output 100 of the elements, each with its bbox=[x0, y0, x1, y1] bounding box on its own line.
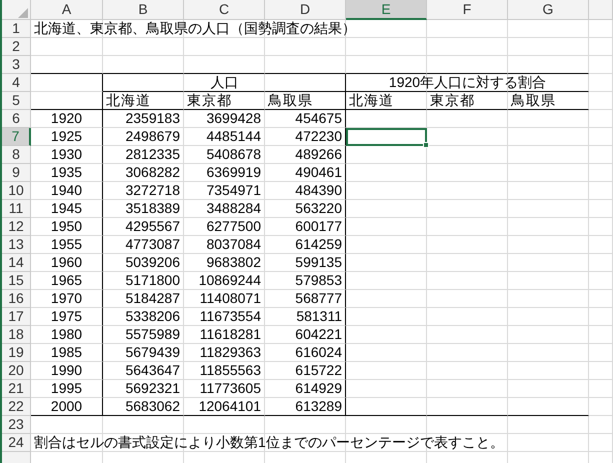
note-text: 割合はセルの書式設定により小数第1位までのパーセンテージで表すこと。 bbox=[34, 434, 504, 450]
row-header[interactable]: 18 bbox=[2, 326, 31, 344]
population-cell: 5171800 bbox=[125, 272, 180, 288]
row-header[interactable]: 7 bbox=[2, 128, 31, 146]
year-cell: 1965 bbox=[50, 272, 82, 288]
year-cell: 1990 bbox=[50, 362, 82, 378]
population-cell: 7354971 bbox=[206, 182, 261, 198]
row-header[interactable]: 17 bbox=[2, 308, 31, 326]
column-label: 鳥取県 bbox=[268, 92, 313, 108]
row-header[interactable]: 12 bbox=[2, 218, 31, 236]
population-cell: 12064101 bbox=[198, 398, 261, 414]
row-header[interactable]: 11 bbox=[2, 200, 31, 218]
row-header[interactable]: 4 bbox=[2, 74, 31, 92]
year-cell: 1995 bbox=[50, 380, 82, 396]
year-cell: 1985 bbox=[50, 344, 82, 360]
row-header[interactable]: 21 bbox=[2, 380, 31, 398]
row-header[interactable]: 20 bbox=[2, 362, 31, 380]
population-cell: 11773605 bbox=[200, 380, 261, 396]
population-cell: 11829363 bbox=[200, 344, 261, 360]
population-cell: 4485144 bbox=[206, 128, 261, 144]
column-header[interactable]: B bbox=[103, 0, 184, 20]
row-header[interactable]: 15 bbox=[2, 272, 31, 290]
year-cell: 1950 bbox=[50, 218, 82, 234]
population-cell: 604221 bbox=[295, 326, 342, 342]
row-header[interactable]: 16 bbox=[2, 290, 31, 308]
year-cell: 1930 bbox=[50, 146, 82, 162]
population-cell: 5039206 bbox=[125, 254, 180, 270]
year-cell: 1955 bbox=[50, 236, 82, 252]
year-cell: 1970 bbox=[50, 290, 82, 306]
column-label: 東京都 bbox=[187, 92, 232, 108]
row-header[interactable]: 13 bbox=[2, 236, 31, 254]
population-cell: 472230 bbox=[295, 128, 342, 144]
population-cell: 5338206 bbox=[125, 308, 180, 324]
population-cell: 581311 bbox=[296, 308, 342, 324]
population-cell: 11618281 bbox=[200, 326, 261, 342]
row-header[interactable]: 24 bbox=[2, 434, 31, 452]
population-cell: 3518389 bbox=[125, 200, 180, 216]
population-cell: 454675 bbox=[295, 110, 342, 126]
column-header[interactable]: F bbox=[427, 0, 508, 20]
row-header[interactable]: 10 bbox=[2, 182, 31, 200]
fill-handle[interactable] bbox=[423, 142, 429, 148]
population-cell: 2359183 bbox=[125, 110, 180, 126]
population-cell: 9683802 bbox=[206, 254, 261, 270]
population-cell: 5184287 bbox=[125, 290, 180, 306]
population-cell: 599135 bbox=[295, 254, 342, 270]
population-cell: 613289 bbox=[295, 398, 342, 414]
column-header[interactable]: E bbox=[346, 0, 427, 20]
group-header: 1920年人口に対する割合 bbox=[388, 74, 548, 91]
population-cell: 5408678 bbox=[206, 146, 261, 162]
selected-cell[interactable] bbox=[346, 128, 427, 146]
population-cell: 484390 bbox=[295, 182, 342, 198]
column-header[interactable]: D bbox=[265, 0, 346, 20]
year-cell: 1960 bbox=[50, 254, 82, 270]
population-cell: 5683062 bbox=[125, 398, 180, 414]
population-cell: 568777 bbox=[295, 290, 342, 306]
column-header[interactable]: G bbox=[508, 0, 589, 20]
population-cell: 5692321 bbox=[125, 380, 180, 396]
population-cell: 600177 bbox=[295, 218, 342, 234]
population-cell: 4295567 bbox=[125, 218, 180, 234]
population-cell: 11673554 bbox=[200, 308, 261, 324]
sheet-title: 北海道、東京都、鳥取県の人口（国勢調査の結果） bbox=[34, 20, 356, 36]
population-cell: 6369919 bbox=[206, 164, 261, 180]
population-cell: 3068282 bbox=[125, 164, 180, 180]
year-cell: 1975 bbox=[50, 308, 82, 324]
year-cell: 2000 bbox=[50, 398, 82, 414]
population-cell: 614259 bbox=[295, 236, 342, 252]
year-cell: 1920 bbox=[50, 110, 82, 126]
column-label: 東京都 bbox=[430, 92, 475, 108]
column-header[interactable]: A bbox=[31, 0, 103, 20]
row-header[interactable]: 3 bbox=[2, 56, 31, 74]
population-cell: 2812335 bbox=[125, 146, 180, 162]
population-cell: 579853 bbox=[295, 272, 342, 288]
row-header[interactable]: 6 bbox=[2, 110, 31, 128]
row-header[interactable]: 5 bbox=[2, 92, 31, 110]
population-cell: 614929 bbox=[295, 380, 342, 396]
population-cell: 3699428 bbox=[206, 110, 261, 126]
row-header[interactable]: 1 bbox=[2, 20, 31, 38]
row-header[interactable]: 14 bbox=[2, 254, 31, 272]
population-cell: 10869244 bbox=[198, 272, 261, 288]
population-cell: 490461 bbox=[295, 164, 342, 180]
population-cell: 11408071 bbox=[200, 290, 261, 306]
year-cell: 1945 bbox=[50, 200, 82, 216]
population-cell: 3272718 bbox=[125, 182, 180, 198]
row-header[interactable]: 8 bbox=[2, 146, 31, 164]
column-header[interactable]: C bbox=[184, 0, 265, 20]
year-cell: 1980 bbox=[50, 326, 82, 342]
population-cell: 3488284 bbox=[206, 200, 261, 216]
column-label: 鳥取県 bbox=[511, 92, 556, 108]
row-header[interactable]: 2 bbox=[2, 38, 31, 56]
row-header[interactable]: 19 bbox=[2, 344, 31, 362]
year-cell: 1935 bbox=[50, 164, 82, 180]
row-header[interactable]: 23 bbox=[2, 416, 31, 434]
row-header[interactable]: 22 bbox=[2, 398, 31, 416]
population-cell: 11855563 bbox=[200, 362, 261, 378]
population-cell: 5679439 bbox=[125, 344, 180, 360]
year-cell: 1940 bbox=[50, 182, 82, 198]
population-cell: 5575989 bbox=[125, 326, 180, 342]
row-header[interactable]: 9 bbox=[2, 164, 31, 182]
population-cell: 8037084 bbox=[206, 236, 261, 252]
population-cell: 616024 bbox=[295, 344, 342, 360]
